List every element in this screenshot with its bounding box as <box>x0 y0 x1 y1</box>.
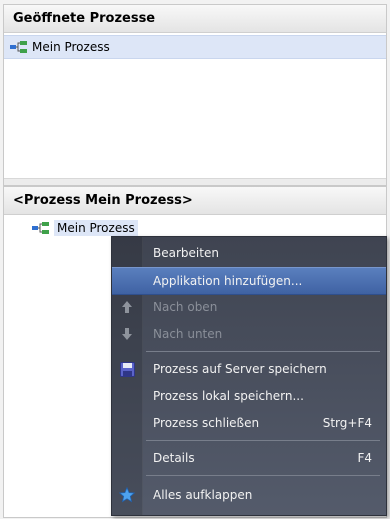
menu-separator <box>146 440 380 441</box>
menu-item-label: Prozess auf Server speichern <box>153 362 327 376</box>
menu-item-label: Prozess lokal speichern... <box>153 389 304 403</box>
open-processes-title: Geöffnete Prozesse <box>13 11 156 26</box>
process-icon <box>32 222 49 234</box>
star-icon <box>118 486 136 504</box>
menu-item-bearbeiten[interactable]: Bearbeiten <box>112 240 386 266</box>
arrow-down-icon <box>118 325 136 343</box>
menu-item-server-speichern[interactable]: Prozess auf Server speichern <box>112 356 386 382</box>
menu-separator <box>146 351 380 352</box>
process-icon <box>10 41 27 53</box>
menu-item-label: Alles aufklappen <box>153 488 253 502</box>
menu-item-alles-aufklappen[interactable]: Alles aufklappen <box>112 482 386 508</box>
process-tree-label: Mein Prozess <box>54 220 138 236</box>
menu-item-nach-unten[interactable]: Nach unten <box>112 321 386 347</box>
menu-item-label: Nach unten <box>153 327 223 341</box>
process-title: <Prozess Mein Prozess> <box>13 193 193 208</box>
menu-item-label: Prozess schließen <box>153 416 260 430</box>
open-processes-panel: Geöffnete Prozesse Mein Prozess <box>3 4 387 186</box>
menu-item-label: Applikation hinzufügen... <box>153 274 303 288</box>
menu-item-label: Bearbeiten <box>153 246 219 260</box>
menu-item-details[interactable]: Details F4 <box>112 445 386 471</box>
open-process-item[interactable]: Mein Prozess <box>4 35 386 59</box>
menu-item-label: Details <box>153 451 195 465</box>
menu-item-prozess-schliessen[interactable]: Prozess schließen Strg+F4 <box>112 410 386 436</box>
process-header: <Prozess Mein Prozess> <box>4 187 386 215</box>
menu-item-nach-oben[interactable]: Nach oben <box>112 294 386 320</box>
menu-separator <box>146 475 380 476</box>
menu-item-shortcut: F4 <box>357 451 372 465</box>
menu-item-shortcut: Strg+F4 <box>322 416 372 430</box>
open-process-label: Mein Prozess <box>32 40 110 54</box>
save-icon <box>118 360 136 378</box>
menu-item-lokal-speichern[interactable]: Prozess lokal speichern... <box>112 383 386 409</box>
panel-resize-bar[interactable] <box>4 178 386 185</box>
arrow-up-icon <box>118 298 136 316</box>
context-menu: Bearbeiten Applikation hinzufügen... Nac… <box>111 236 387 516</box>
menu-item-label: Nach oben <box>153 300 218 314</box>
menu-item-applikation-hinzufuegen[interactable]: Applikation hinzufügen... <box>112 267 386 295</box>
open-processes-header: Geöffnete Prozesse <box>4 5 386 33</box>
